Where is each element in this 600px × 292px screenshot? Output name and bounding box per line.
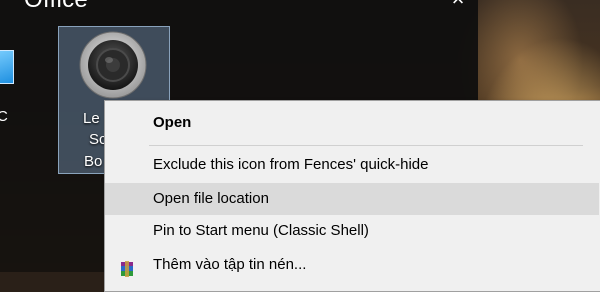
speaker-icon xyxy=(78,30,148,100)
context-menu: Open Exclude this icon from Fences' quic… xyxy=(104,100,600,292)
menu-item-add-to-archive[interactable]: Thêm vào tập tin nén... xyxy=(105,249,599,281)
icon-label-line3: Bo xyxy=(84,153,103,170)
close-icon[interactable] xyxy=(447,0,469,11)
menu-item-open[interactable]: Open xyxy=(105,107,599,139)
winrar-icon xyxy=(119,257,135,277)
menu-item-exclude-quick-hide[interactable]: Exclude this icon from Fences' quick-hid… xyxy=(105,149,599,181)
menu-separator xyxy=(149,145,583,146)
monitor-icon xyxy=(0,50,14,84)
this-pc-label: C xyxy=(0,108,8,125)
menu-item-open-file-location[interactable]: Open file location xyxy=(105,183,599,215)
icon-label-line1: Le xyxy=(83,110,100,127)
fence-title: Office xyxy=(24,0,88,14)
menu-item-pin-to-start[interactable]: Pin to Start menu (Classic Shell) xyxy=(105,215,599,247)
this-pc-icon[interactable] xyxy=(0,44,16,90)
